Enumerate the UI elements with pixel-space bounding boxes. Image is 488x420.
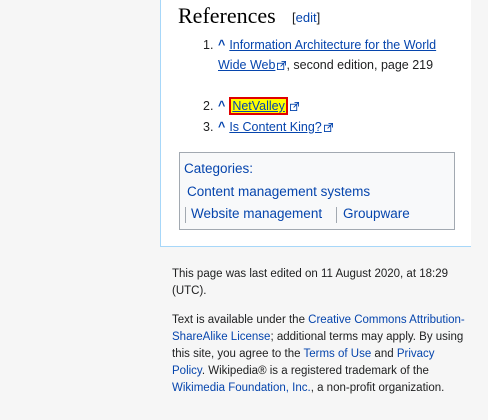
reference-link-is-content-king[interactable]: Is Content King? <box>229 120 321 134</box>
content-area: References [edit] 1. ^ Information Archit… <box>160 0 471 247</box>
edit-section: [edit] <box>292 10 320 25</box>
category-link-groupware[interactable]: Groupware <box>343 206 410 221</box>
backlink-caret[interactable]: ^ <box>218 38 225 52</box>
category-link-content-management-systems[interactable]: Content management systems <box>187 184 370 199</box>
reference-number: 1. <box>203 38 214 52</box>
category-links-box: Categories: Content management systems W… <box>179 152 455 230</box>
wikimedia-foundation-link[interactable]: Wikimedia Foundation, Inc. <box>172 382 311 394</box>
references-heading: References <box>178 3 276 28</box>
footer-license: Text is available under the Creative Com… <box>172 312 467 397</box>
backlink-caret[interactable]: ^ <box>218 120 225 134</box>
external-link-icon <box>323 123 333 132</box>
terms-of-use-link[interactable]: Terms of Use <box>303 348 371 360</box>
edit-link[interactable]: edit <box>296 10 317 25</box>
category-separator <box>336 207 337 223</box>
license-text: and <box>371 348 397 360</box>
reference-suffix: , second edition, page 219 <box>286 58 434 72</box>
category-separator <box>185 207 186 223</box>
license-text: . Wikipedia® is a registered trademark o… <box>201 365 429 377</box>
edit-bracket-close: ] <box>316 10 321 25</box>
external-link-icon <box>289 102 299 111</box>
reference-link-netvalley[interactable]: NetValley <box>229 97 288 115</box>
category-link-website-management[interactable]: Website management <box>191 206 322 221</box>
license-text: , a non-profit organization. <box>310 382 445 394</box>
reference-number: 2. <box>203 99 214 113</box>
license-text: Text is available under the <box>172 314 309 326</box>
footer-last-edited: This page was last edited on 11 August 2… <box>172 268 448 297</box>
categories-title-link[interactable]: Categories: <box>184 161 253 176</box>
backlink-caret[interactable]: ^ <box>218 99 225 113</box>
reference-number: 3. <box>203 120 214 134</box>
